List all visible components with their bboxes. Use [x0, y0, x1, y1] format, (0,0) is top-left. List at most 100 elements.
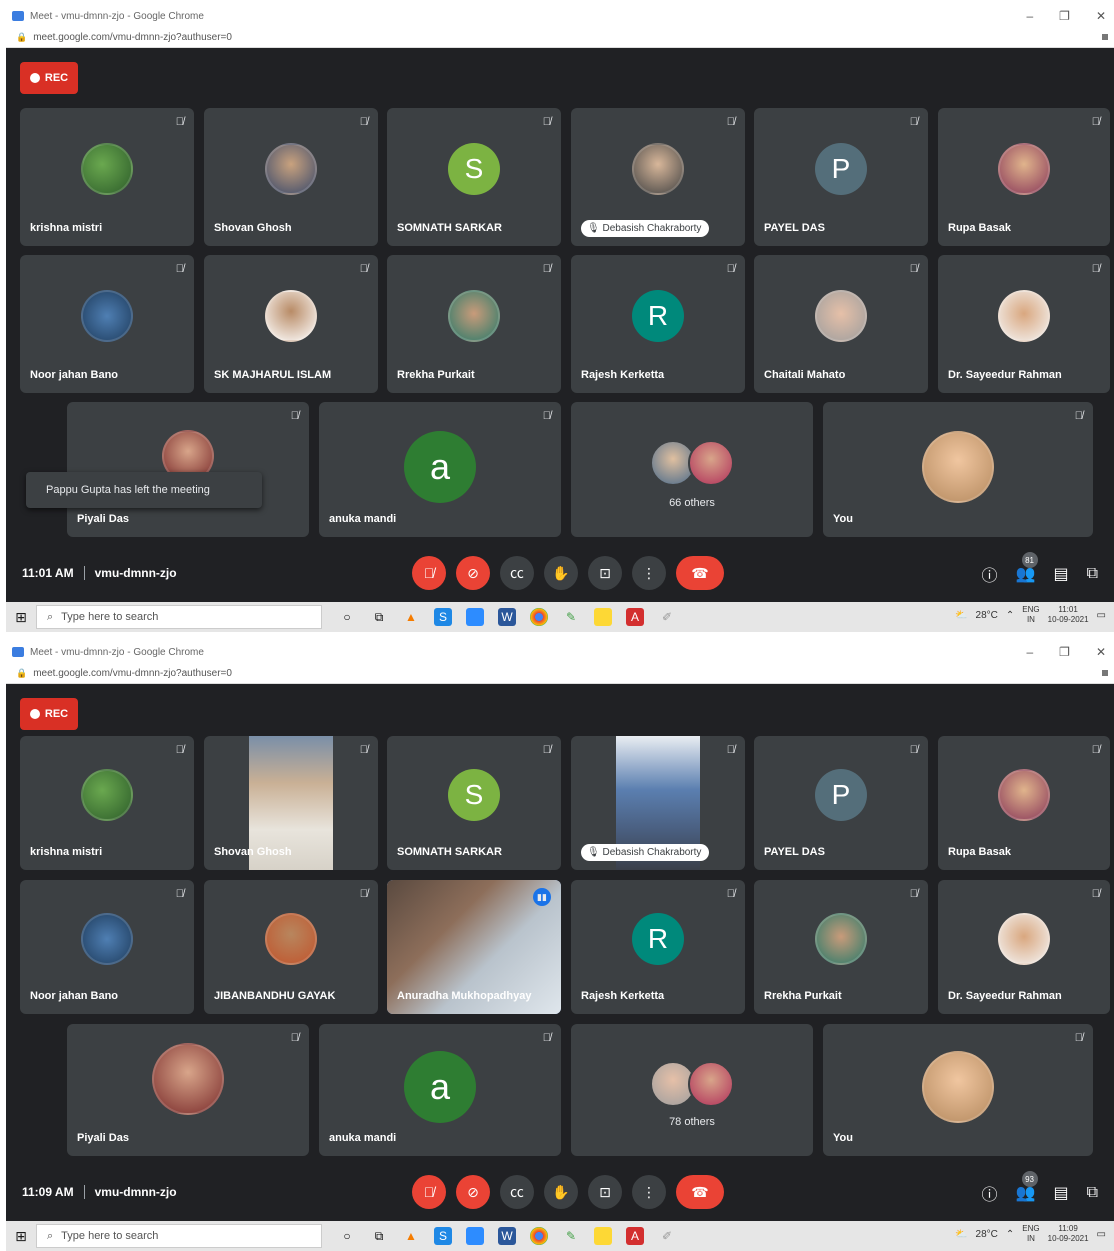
- taskbar-search[interactable]: ⌕ Type here to search: [36, 1224, 322, 1248]
- people-icon[interactable]: 👥 93: [1016, 1171, 1038, 1203]
- participant-tile[interactable]: 🎙̸ Noor jahan Bano: [20, 255, 194, 393]
- folder-icon[interactable]: [594, 1227, 612, 1245]
- participant-tile[interactable]: 🎙̸ 🎙 Debasish Chakraborty: [571, 736, 745, 870]
- taskbar-search[interactable]: ⌕ Type here to search: [36, 605, 322, 629]
- task-view-icon[interactable]: ⧉: [370, 608, 388, 626]
- restore-icon[interactable]: ❐: [1059, 9, 1070, 23]
- extension-icon[interactable]: [1102, 34, 1108, 40]
- participant-tile[interactable]: 🎙̸ Piyali Das: [67, 1024, 309, 1156]
- participant-tile[interactable]: 🎙̸ krishna mistri: [20, 108, 194, 246]
- participant-tile[interactable]: 🎙̸ S SOMNATH SARKAR: [387, 736, 561, 870]
- vlc-icon[interactable]: ▲: [402, 608, 420, 626]
- camera-off-icon[interactable]: ⊘: [456, 556, 490, 590]
- paint-icon[interactable]: ✐: [658, 608, 676, 626]
- notification-icon[interactable]: ▭: [1097, 1229, 1106, 1240]
- participant-tile[interactable]: 🎙̸ R Rajesh Kerketta: [571, 255, 745, 393]
- notification-icon[interactable]: ▭: [1097, 610, 1106, 621]
- activities-icon[interactable]: ⧉: [1087, 565, 1098, 583]
- participant-tile[interactable]: 🎙̸ JIBANBANDHU GAYAK: [204, 880, 378, 1014]
- raise-hand-icon[interactable]: ✋: [544, 1175, 578, 1209]
- camera-off-icon[interactable]: ⊘: [456, 1175, 490, 1209]
- skype-icon[interactable]: S: [434, 608, 452, 626]
- participant-tile[interactable]: 🎙̸ Rupa Basak: [938, 108, 1110, 246]
- info-icon[interactable]: ⓘ: [982, 1181, 998, 1205]
- info-icon[interactable]: ⓘ: [982, 562, 998, 586]
- minimize-icon[interactable]: –: [1026, 645, 1033, 659]
- windows-start-icon[interactable]: ⊞: [6, 609, 36, 626]
- end-call-icon[interactable]: ☎: [676, 556, 724, 590]
- pdf-icon[interactable]: A: [626, 608, 644, 626]
- tray-chevron-icon[interactable]: ⌃: [1006, 1229, 1014, 1240]
- clock-tray[interactable]: 11:09 10-09-2021: [1048, 1224, 1089, 1244]
- participant-tile[interactable]: 🎙̸ Noor jahan Bano: [20, 880, 194, 1014]
- avatar: [265, 912, 317, 965]
- captions-icon[interactable]: ㏄: [500, 556, 534, 590]
- chrome-icon[interactable]: [530, 1227, 548, 1245]
- zoom-icon[interactable]: [466, 1227, 484, 1245]
- participant-tile[interactable]: 🎙̸ Shovan Ghosh: [204, 736, 378, 870]
- mic-off-icon: 🎙̸: [1091, 263, 1100, 275]
- raise-hand-icon[interactable]: ✋: [544, 556, 578, 590]
- others-tile[interactable]: 66 others: [571, 402, 813, 537]
- captions-icon[interactable]: ㏄: [500, 1175, 534, 1209]
- tray-chevron-icon[interactable]: ⌃: [1006, 610, 1014, 621]
- task-view-icon[interactable]: ⧉: [370, 1227, 388, 1245]
- active-speaker-tile[interactable]: ▮▮ Anuradha Mukhopadhyay: [387, 880, 561, 1014]
- close-icon[interactable]: ✕: [1096, 9, 1106, 23]
- participant-tile[interactable]: 🎙̸ R Rajesh Kerketta: [571, 880, 745, 1014]
- participant-tile[interactable]: 🎙̸ Rupa Basak: [938, 736, 1110, 870]
- chat-icon[interactable]: ▤: [1053, 1183, 1068, 1203]
- notepad-icon[interactable]: ✎: [562, 1227, 580, 1245]
- participant-tile[interactable]: 🎙̸ 🎙 Debasish Chakraborty: [571, 108, 745, 246]
- participant-tile[interactable]: 🎙̸ a anuka mandi: [319, 1024, 561, 1156]
- paint-icon[interactable]: ✐: [658, 1227, 676, 1245]
- others-tile[interactable]: 78 others: [571, 1024, 813, 1156]
- mic-off-icon[interactable]: 🎙̸: [412, 556, 446, 590]
- participant-tile[interactable]: 🎙̸ P PAYEL DAS: [754, 736, 928, 870]
- word-icon[interactable]: W: [498, 1227, 516, 1245]
- notepad-icon[interactable]: ✎: [562, 608, 580, 626]
- language[interactable]: ENG IN: [1022, 605, 1039, 625]
- participant-tile[interactable]: 🎙̸ P PAYEL DAS: [754, 108, 928, 246]
- present-icon[interactable]: ⊡: [588, 556, 622, 590]
- cortana-icon[interactable]: ○: [338, 608, 356, 626]
- zoom-icon[interactable]: [466, 608, 484, 626]
- windows-start-icon[interactable]: ⊞: [6, 1228, 36, 1245]
- restore-icon[interactable]: ❐: [1059, 645, 1070, 659]
- self-tile[interactable]: 🎙̸ You: [823, 402, 1093, 537]
- self-tile[interactable]: 🎙̸ You: [823, 1024, 1093, 1156]
- vlc-icon[interactable]: ▲: [402, 1227, 420, 1245]
- folder-icon[interactable]: [594, 608, 612, 626]
- participant-tile[interactable]: 🎙̸ krishna mistri: [20, 736, 194, 870]
- minimize-icon[interactable]: –: [1026, 9, 1033, 23]
- cortana-icon[interactable]: ○: [338, 1227, 356, 1245]
- address-bar[interactable]: 🔒 meet.google.com/vmu-dmnn-zjo?authuser=…: [6, 28, 1114, 48]
- close-icon[interactable]: ✕: [1096, 645, 1106, 659]
- participant-tile[interactable]: 🎙̸ Piyali Das: [67, 402, 309, 537]
- chat-icon[interactable]: ▤: [1053, 564, 1068, 584]
- participant-tile[interactable]: 🎙̸ Rrekha Purkait: [754, 880, 928, 1014]
- extension-icon[interactable]: [1102, 670, 1108, 676]
- address-bar[interactable]: 🔒 meet.google.com/vmu-dmnn-zjo?authuser=…: [6, 664, 1114, 684]
- more-icon[interactable]: ⋮: [632, 556, 666, 590]
- mic-off-icon[interactable]: 🎙̸: [412, 1175, 446, 1209]
- participant-tile[interactable]: 🎙̸ Rrekha Purkait: [387, 255, 561, 393]
- participant-tile[interactable]: 🎙̸ SK MAJHARUL ISLAM: [204, 255, 378, 393]
- participant-tile[interactable]: 🎙̸ a anuka mandi: [319, 402, 561, 537]
- chrome-icon[interactable]: [530, 608, 548, 626]
- participant-tile[interactable]: 🎙̸ S SOMNATH SARKAR: [387, 108, 561, 246]
- language[interactable]: ENG IN: [1022, 1224, 1039, 1244]
- participant-tile[interactable]: 🎙̸ Dr. Sayeedur Rahman: [938, 880, 1110, 1014]
- skype-icon[interactable]: S: [434, 1227, 452, 1245]
- people-icon[interactable]: 👥 81: [1016, 552, 1038, 584]
- end-call-icon[interactable]: ☎: [676, 1175, 724, 1209]
- participant-tile[interactable]: 🎙̸ Chaitali Mahato: [754, 255, 928, 393]
- more-icon[interactable]: ⋮: [632, 1175, 666, 1209]
- clock-tray[interactable]: 11:01 10-09-2021: [1048, 605, 1089, 625]
- participant-tile[interactable]: 🎙̸ Dr. Sayeedur Rahman: [938, 255, 1110, 393]
- activities-icon[interactable]: ⧉: [1087, 1184, 1098, 1202]
- present-icon[interactable]: ⊡: [588, 1175, 622, 1209]
- word-icon[interactable]: W: [498, 608, 516, 626]
- pdf-icon[interactable]: A: [626, 1227, 644, 1245]
- participant-tile[interactable]: 🎙̸ Shovan Ghosh: [204, 108, 378, 246]
